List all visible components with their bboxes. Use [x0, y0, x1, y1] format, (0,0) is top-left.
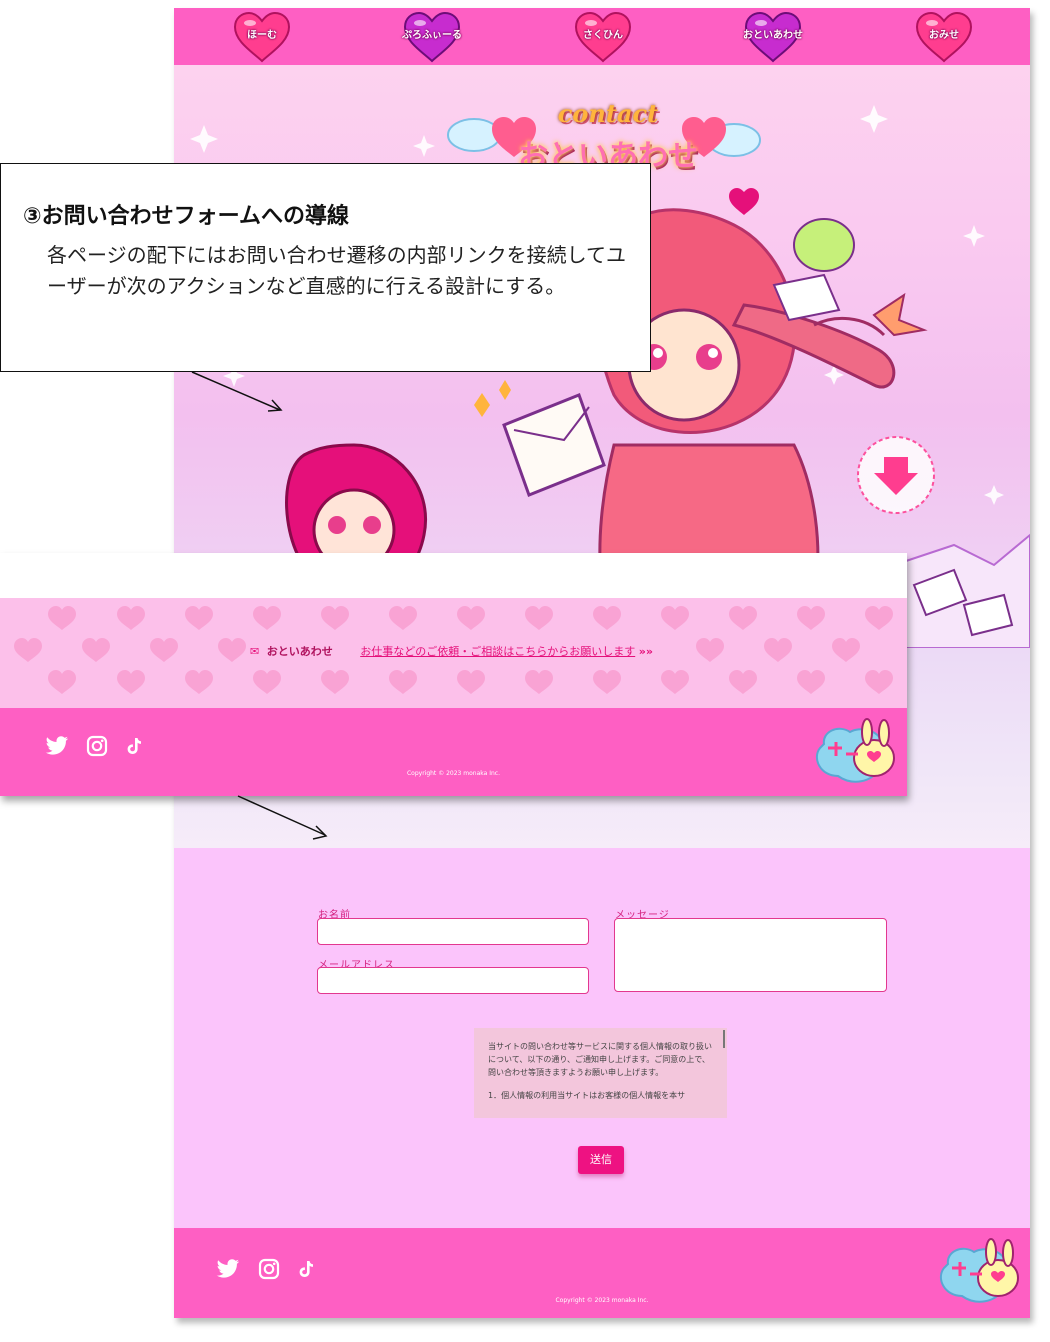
connector-line-bottom: [237, 795, 326, 836]
annotation-connectors: [191, 371, 328, 840]
connector-line-top: [191, 371, 281, 411]
